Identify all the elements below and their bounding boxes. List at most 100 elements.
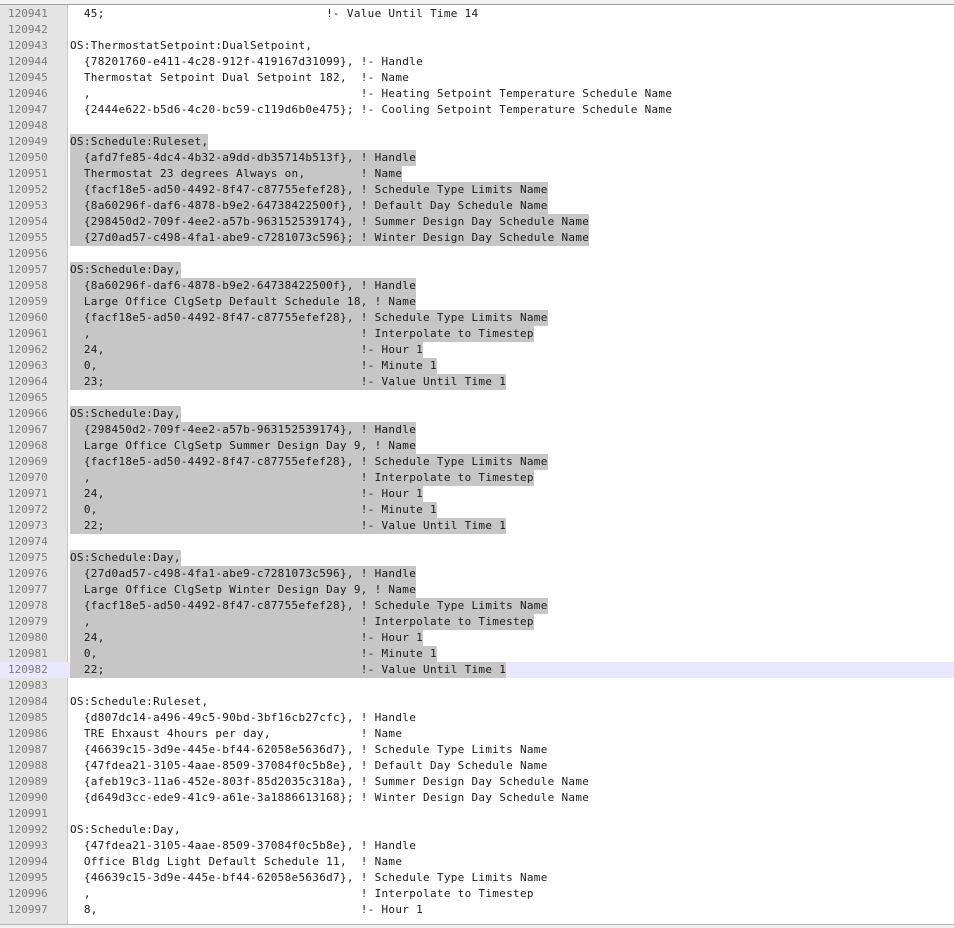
editor-line[interactable]: 120961 , ! Interpolate to Timestep [0, 326, 954, 342]
editor-line[interactable]: 120956 [0, 246, 954, 262]
line-text[interactable]: 0, !- Minute 1 [70, 502, 437, 518]
line-text[interactable]: 0, !- Minute 1 [70, 358, 437, 374]
line-text[interactable]: {facf18e5-ad50-4492-8f47-c87755efef28}, … [70, 598, 548, 614]
editor-line[interactable]: 120960 {facf18e5-ad50-4492-8f47-c87755ef… [0, 310, 954, 326]
line-text[interactable]: {8a60296f-daf6-4878-b9e2-64738422500f}, … [70, 278, 417, 294]
editor-line[interactable]: 120944 {78201760-e411-4c28-912f-419167d3… [0, 54, 954, 70]
editor-line[interactable]: 120964 23; !- Value Until Time 1 [0, 374, 954, 390]
line-text[interactable]: {afeb19c3-11a6-452e-803f-85d2035c318a}, … [70, 774, 589, 790]
line-text[interactable]: {27d0ad57-c498-4fa1-abe9-c7281073c596}, … [70, 566, 417, 582]
line-text[interactable]: 24, !- Hour 1 [70, 486, 424, 502]
line-text[interactable]: 22; !- Value Until Time 1 [70, 518, 507, 534]
line-text[interactable]: {facf18e5-ad50-4492-8f47-c87755efef28}, … [70, 182, 548, 198]
editor-line[interactable]: 120975 OS:Schedule:Day, [0, 550, 954, 566]
line-text[interactable]: {298450d2-709f-4ee2-a57b-963152539174}, … [70, 422, 417, 438]
editor-line[interactable]: 120955 {27d0ad57-c498-4fa1-abe9-c7281073… [0, 230, 954, 246]
editor-line[interactable]: 120972 0, !- Minute 1 [0, 502, 954, 518]
line-text[interactable]: OS:Schedule:Ruleset, [70, 694, 208, 710]
editor-line[interactable]: 120951 Thermostat 23 degrees Always on, … [0, 166, 954, 182]
editor-line[interactable]: 120977 Large Office ClgSetp Winter Desig… [0, 582, 954, 598]
editor-line[interactable]: 120957 OS:Schedule:Day, [0, 262, 954, 278]
line-text[interactable]: Thermostat 23 degrees Always on, ! Name [70, 166, 403, 182]
editor-line[interactable]: 120971 24, !- Hour 1 [0, 486, 954, 502]
editor-line[interactable]: 120958 {8a60296f-daf6-4878-b9e2-64738422… [0, 278, 954, 294]
editor-line[interactable]: 120981 0, !- Minute 1 [0, 646, 954, 662]
line-text[interactable]: {46639c15-3d9e-445e-bf44-62058e5636d7}, … [70, 870, 548, 886]
line-text[interactable]: {47fdea21-3105-4aae-8509-37084f0c5b8e}, … [70, 758, 548, 774]
line-text[interactable]: Large Office ClgSetp Summer Design Day 9… [70, 438, 417, 454]
line-text[interactable]: Large Office ClgSetp Default Schedule 18… [70, 294, 417, 310]
line-text[interactable]: , !- Heating Setpoint Temperature Schedu… [70, 86, 672, 102]
line-text[interactable]: , ! Interpolate to Timestep [70, 886, 534, 902]
line-text[interactable]: 0, !- Minute 1 [70, 646, 437, 662]
editor-line[interactable]: 120979 , ! Interpolate to Timestep [0, 614, 954, 630]
line-text[interactable]: 24, !- Hour 1 [70, 630, 424, 646]
editor-line[interactable]: 120970 , ! Interpolate to Timestep [0, 470, 954, 486]
editor-line[interactable]: 120990 {d649d3cc-ede9-41c9-a61e-3a188661… [0, 790, 954, 806]
editor-line[interactable]: 120985 {d807dc14-a496-49c5-90bd-3bf16cb2… [0, 710, 954, 726]
editor-line[interactable]: 120948 [0, 118, 954, 134]
line-text[interactable]: {2444e622-b5d6-4c20-bc59-c119d6b0e475}; … [70, 102, 672, 118]
editor-line[interactable]: 120991 [0, 806, 954, 822]
text-editor[interactable]: 120941 45; !- Value Until Time 14 120942 1… [0, 5, 954, 924]
editor-line[interactable]: 120988 {47fdea21-3105-4aae-8509-37084f0c… [0, 758, 954, 774]
line-text[interactable]: , ! Interpolate to Timestep [70, 614, 534, 630]
editor-line[interactable]: 120968 Large Office ClgSetp Summer Desig… [0, 438, 954, 454]
editor-line[interactable]: 120984 OS:Schedule:Ruleset, [0, 694, 954, 710]
line-text[interactable]: OS:Schedule:Day, [70, 822, 181, 838]
line-text[interactable]: {afd7fe85-4dc4-4b32-a9dd-db35714b513f}, … [70, 150, 417, 166]
editor-line[interactable]: 120943 OS:ThermostatSetpoint:DualSetpoint… [0, 38, 954, 54]
line-text[interactable]: Large Office ClgSetp Winter Design Day 9… [70, 582, 417, 598]
editor-line[interactable]: 120949 OS:Schedule:Ruleset, [0, 134, 954, 150]
editor-line[interactable]: 120992 OS:Schedule:Day, [0, 822, 954, 838]
line-text[interactable]: OS:Schedule:Ruleset, [70, 134, 209, 150]
editor-line[interactable]: 120996 , ! Interpolate to Timestep [0, 886, 954, 902]
editor-line[interactable]: 120994 Office Bldg Light Default Schedul… [0, 854, 954, 870]
editor-line[interactable]: 120995 {46639c15-3d9e-445e-bf44-62058e56… [0, 870, 954, 886]
line-text[interactable]: 8, !- Hour 1 [70, 902, 423, 918]
editor-line[interactable]: 120989 {afeb19c3-11a6-452e-803f-85d2035c… [0, 774, 954, 790]
editor-line[interactable]: 120942 [0, 22, 954, 38]
line-text[interactable]: 22; !- Value Until Time 1 [70, 662, 507, 678]
line-text[interactable]: OS:Schedule:Day, [70, 262, 181, 278]
line-text[interactable]: {27d0ad57-c498-4fa1-abe9-c7281073c596}; … [70, 230, 590, 246]
editor-line[interactable]: 120953 {8a60296f-daf6-4878-b9e2-64738422… [0, 198, 954, 214]
line-text[interactable]: {facf18e5-ad50-4492-8f47-c87755efef28}, … [70, 310, 548, 326]
line-text[interactable]: , ! Interpolate to Timestep [70, 470, 534, 486]
editor-line[interactable]: 120965 [0, 390, 954, 406]
line-text[interactable]: 23; !- Value Until Time 1 [70, 374, 507, 390]
editor-line[interactable]: 120978 {facf18e5-ad50-4492-8f47-c87755ef… [0, 598, 954, 614]
horizontal-scrollbar-edge[interactable] [0, 924, 954, 928]
editor-line[interactable]: 120946 , !- Heating Setpoint Temperature… [0, 86, 954, 102]
editor-line[interactable]: 120967 {298450d2-709f-4ee2-a57b-96315253… [0, 422, 954, 438]
editor-line[interactable]: 120947 {2444e622-b5d6-4c20-bc59-c119d6b0… [0, 102, 954, 118]
editor-line[interactable]: 120974 [0, 534, 954, 550]
editor-line[interactable]: 120952 {facf18e5-ad50-4492-8f47-c87755ef… [0, 182, 954, 198]
editor-line[interactable]: 120941 45; !- Value Until Time 14 [0, 6, 954, 22]
line-text[interactable]: Office Bldg Light Default Schedule 11, !… [70, 854, 402, 870]
editor-line[interactable]: 120969 {facf18e5-ad50-4492-8f47-c87755ef… [0, 454, 954, 470]
editor-line[interactable]: 120950 {afd7fe85-4dc4-4b32-a9dd-db35714b… [0, 150, 954, 166]
line-text[interactable]: 45; !- Value Until Time 14 [70, 6, 478, 22]
editor-line[interactable]: 120983 [0, 678, 954, 694]
editor-line[interactable]: 120987 {46639c15-3d9e-445e-bf44-62058e56… [0, 742, 954, 758]
line-text[interactable]: OS:ThermostatSetpoint:DualSetpoint, [70, 38, 312, 54]
line-text[interactable]: Thermostat Setpoint Dual Setpoint 182, !… [70, 70, 409, 86]
line-text[interactable]: {d649d3cc-ede9-41c9-a61e-3a1886613168}; … [70, 790, 589, 806]
editor-line[interactable]: 120986 TRE Ehxaust 4hours per day, ! Nam… [0, 726, 954, 742]
editor-line[interactable]: 120963 0, !- Minute 1 [0, 358, 954, 374]
line-text[interactable]: {298450d2-709f-4ee2-a57b-963152539174}, … [70, 214, 590, 230]
line-text[interactable]: {47fdea21-3105-4aae-8509-37084f0c5b8e}, … [70, 838, 416, 854]
editor-line[interactable]: 120973 22; !- Value Until Time 1 [0, 518, 954, 534]
line-text[interactable]: OS:Schedule:Day, [70, 550, 181, 566]
line-text[interactable]: 24, !- Hour 1 [70, 342, 424, 358]
line-text[interactable]: {facf18e5-ad50-4492-8f47-c87755efef28}, … [70, 454, 548, 470]
editor-line[interactable]: 120954 {298450d2-709f-4ee2-a57b-96315253… [0, 214, 954, 230]
line-text[interactable]: {46639c15-3d9e-445e-bf44-62058e5636d7}, … [70, 742, 548, 758]
editor-line[interactable]: 120993 {47fdea21-3105-4aae-8509-37084f0c… [0, 838, 954, 854]
line-text[interactable]: {d807dc14-a496-49c5-90bd-3bf16cb27cfc}, … [70, 710, 416, 726]
editor-line[interactable]: 120966 OS:Schedule:Day, [0, 406, 954, 422]
editor-line[interactable]: 120982 22; !- Value Until Time 1 [0, 662, 954, 678]
line-text[interactable]: {78201760-e411-4c28-912f-419167d31099}, … [70, 54, 423, 70]
editor-line[interactable]: 120962 24, !- Hour 1 [0, 342, 954, 358]
